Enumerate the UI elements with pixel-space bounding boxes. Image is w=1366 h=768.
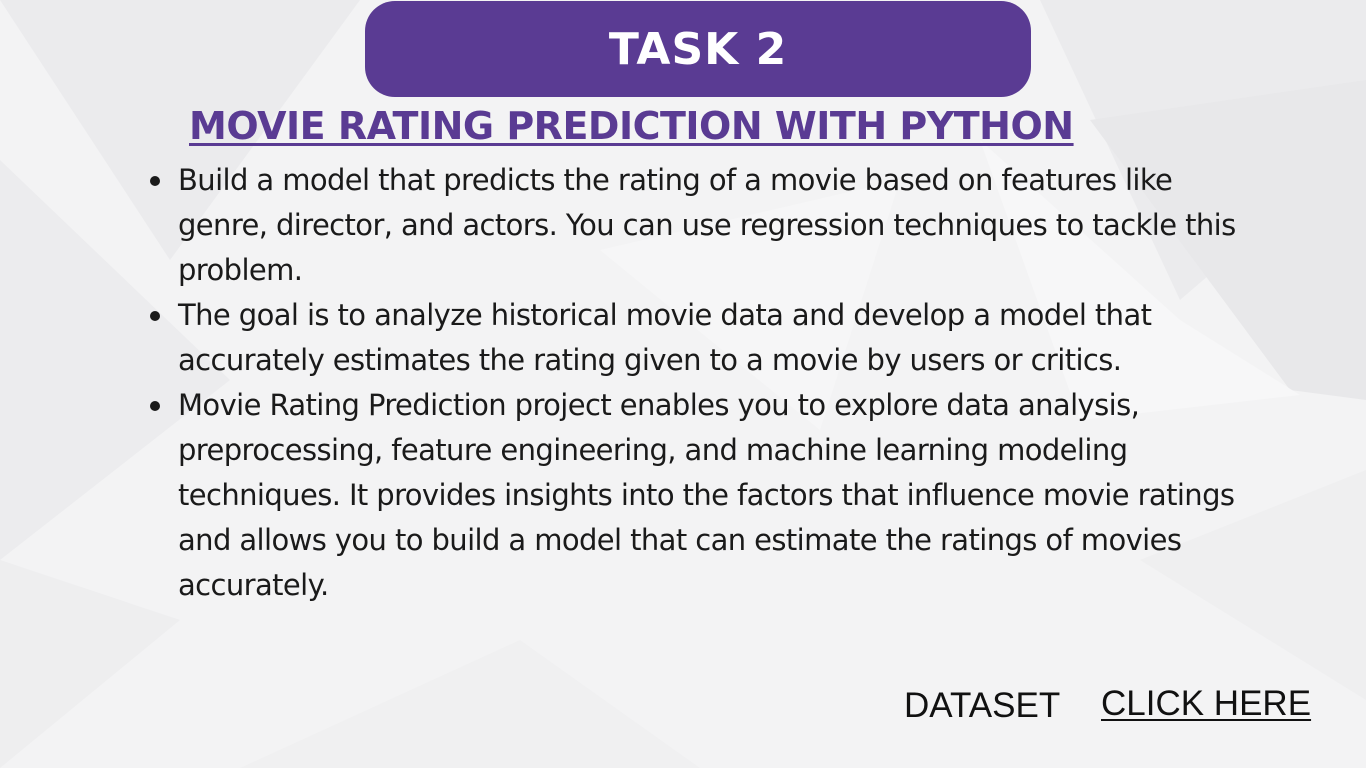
task-badge-label: TASK 2 [608,23,788,75]
list-item: The goal is to analyze historical movie … [148,293,1248,383]
page-title: MOVIE RATING PREDICTION WITH PYTHON [189,104,1074,148]
bullet-dot-icon [150,401,160,411]
list-item: Movie Rating Prediction project enables … [148,383,1248,608]
description-list: Build a model that predicts the rating o… [148,158,1248,608]
list-item-text: The goal is to analyze historical movie … [178,298,1152,377]
bullet-dot-icon [150,311,160,321]
bullet-dot-icon [150,176,160,186]
list-item-text: Movie Rating Prediction project enables … [178,388,1235,602]
list-item: Build a model that predicts the rating o… [148,158,1248,293]
list-item-text: Build a model that predicts the rating o… [178,163,1236,287]
dataset-link[interactable]: CLICK HERE [1101,684,1311,724]
dataset-label: DATASET [904,686,1061,725]
task-badge: TASK 2 [365,1,1031,97]
